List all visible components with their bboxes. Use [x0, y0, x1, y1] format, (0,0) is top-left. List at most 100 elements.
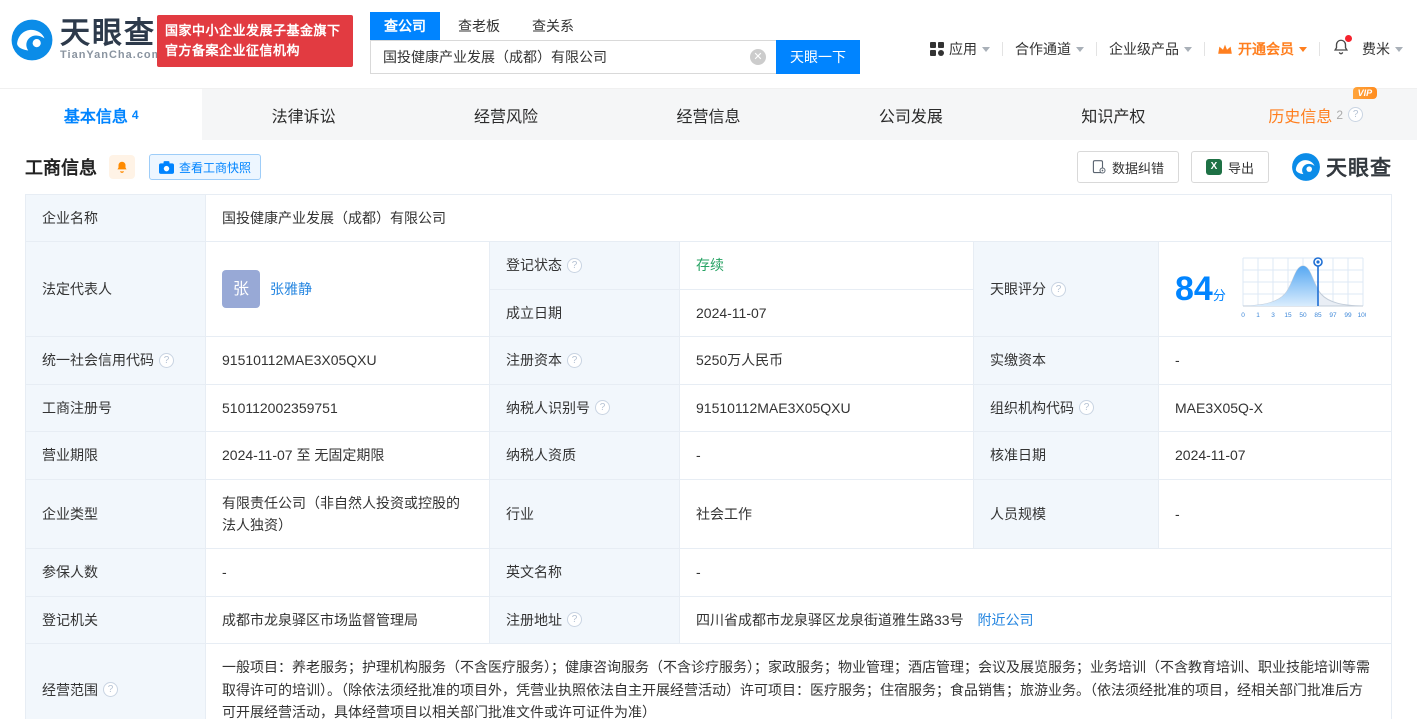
divider: [1002, 41, 1003, 56]
help-icon[interactable]: ?: [567, 353, 582, 369]
insured-count-value: -: [205, 548, 490, 597]
reg-address-value: 四川省成都市龙泉驿区龙泉街道雅生路33号: [696, 611, 964, 628]
help-icon[interactable]: ?: [103, 682, 118, 698]
reg-capital-value: 5250万人民币: [679, 336, 974, 385]
tab-business-info[interactable]: 经营信息: [607, 89, 809, 140]
table-row: 企业类型 有限责任公司（非自然人投资或控股的法人独资） 行业 社会工作 人员规模…: [25, 478, 1392, 550]
tab-label: 经营风险: [474, 108, 539, 126]
search-tab-company[interactable]: 查公司: [370, 12, 440, 40]
nearby-companies-link[interactable]: 附近公司: [977, 612, 1033, 628]
help-icon[interactable]: ?: [1079, 400, 1094, 416]
field-label: 天眼评分?: [973, 241, 1159, 338]
nav-enterprise-label: 企业级产品: [1109, 40, 1179, 57]
field-label: 统一社会信用代码?: [25, 336, 206, 385]
help-icon[interactable]: ?: [595, 400, 610, 416]
help-icon[interactable]: ?: [159, 353, 174, 369]
search-input[interactable]: [370, 40, 776, 74]
field-label: 企业名称: [25, 193, 206, 243]
nav-apps[interactable]: 应用: [930, 39, 990, 59]
score-axis-labels: 0 1 3 15 50 85 97 99 100: [1241, 312, 1366, 319]
nav-enterprise-products[interactable]: 企业级产品: [1109, 39, 1192, 59]
business-info-table: 企业名称 国投健康产业发展（成都）有限公司 法定代表人 张 张雅静 登记状态? …: [25, 193, 1392, 719]
legal-rep-avatar[interactable]: 张: [222, 270, 260, 309]
tab-company-development[interactable]: 公司发展: [810, 89, 1012, 140]
tab-intellectual-property[interactable]: 知识产权: [1012, 89, 1214, 140]
search-tab-boss[interactable]: 查老板: [444, 12, 514, 40]
field-label: 法定代表人: [25, 241, 206, 338]
score-value: 84: [1175, 269, 1213, 308]
approval-date-value: 2024-11-07: [1158, 431, 1392, 480]
chevron-down-icon: [1076, 47, 1084, 52]
nav-partner-channel[interactable]: 合作通道: [1015, 39, 1084, 59]
reg-status-value: 存续: [679, 241, 974, 290]
field-label: 企业类型: [25, 478, 206, 550]
help-icon[interactable]: ?: [567, 258, 582, 274]
tianyancha-logo-icon: [1292, 153, 1320, 181]
field-label: 注册资本?: [489, 336, 680, 385]
tab-operating-risk[interactable]: 经营风险: [405, 89, 607, 140]
nav-vip-label: 开通会员: [1238, 40, 1294, 57]
certification-badge: 国家中小企业发展子基金旗下 官方备案企业征信机构: [157, 15, 353, 67]
tab-label: 知识产权: [1081, 108, 1146, 126]
svg-text:99: 99: [1344, 312, 1352, 319]
english-name-value: -: [679, 548, 1392, 597]
tianyancha-logo[interactable]: 天眼查 TianYanCha.com: [10, 18, 162, 62]
org-code-value: MAE3X05Q-X: [1158, 383, 1392, 433]
svg-text:3: 3: [1271, 312, 1275, 319]
industry-value: 社会工作: [679, 478, 974, 550]
nav-vip-upgrade[interactable]: 开通会员: [1217, 39, 1307, 59]
help-icon[interactable]: ?: [1051, 281, 1066, 297]
export-label: 导出: [1227, 160, 1254, 176]
tab-basic-info[interactable]: 基本信息 4: [0, 89, 203, 140]
nav-user-menu[interactable]: 费米: [1362, 39, 1403, 59]
nav-apps-label: 应用: [949, 40, 977, 57]
svg-text:100: 100: [1357, 312, 1365, 319]
table-row: 营业期限 2024-11-07 至 无固定期限 纳税人资质 - 核准日期 202…: [25, 431, 1392, 480]
search-button[interactable]: 天眼一下: [776, 40, 860, 74]
section-header: 工商信息 查看工商快照 数据纠错 X 导出 天眼查: [25, 140, 1392, 194]
export-button[interactable]: X 导出: [1190, 151, 1269, 183]
legal-rep-link[interactable]: 张雅静: [270, 278, 312, 300]
divider: [1096, 41, 1097, 56]
field-label: 登记机关: [25, 595, 206, 645]
field-label: 纳税人识别号?: [489, 383, 680, 433]
tab-legal-proceedings[interactable]: 法律诉讼: [202, 89, 404, 140]
business-term-value: 2024-11-07 至 无固定期限: [205, 431, 490, 480]
table-row: 企业名称 国投健康产业发展（成都）有限公司: [25, 193, 1392, 243]
search-area: 查公司 查老板 查关系 ✕ 天眼一下: [370, 12, 860, 74]
field-label: 组织机构代码?: [973, 383, 1159, 433]
excel-icon: X: [1205, 159, 1222, 175]
main-content: 工商信息 查看工商快照 数据纠错 X 导出 天眼查 企业名称 国投健康产业发展（…: [0, 140, 1417, 719]
logo-brand-text: 天眼查: [60, 17, 156, 50]
svg-text:1: 1: [1256, 312, 1260, 319]
tab-label: 法律诉讼: [271, 108, 336, 126]
data-correction-button[interactable]: 数据纠错: [1076, 151, 1179, 183]
search-tab-relation[interactable]: 查关系: [518, 12, 588, 40]
brand-watermark: 天眼查: [1291, 152, 1392, 182]
field-label: 登记状态?: [489, 241, 680, 290]
establish-date-value: 2024-11-07: [679, 288, 974, 338]
tab-history-info[interactable]: 历史信息 VIP 2 ?: [1215, 86, 1417, 140]
business-snapshot-button[interactable]: 查看工商快照: [149, 154, 262, 180]
subscribe-bell-button[interactable]: [109, 155, 135, 179]
nav-username-label: 费米: [1362, 40, 1390, 57]
credit-code-value: 91510112MAE3X05QXU: [205, 336, 490, 385]
help-icon[interactable]: ?: [1348, 107, 1364, 122]
svg-text:85: 85: [1314, 312, 1322, 319]
field-label: 经营范围?: [25, 643, 206, 719]
tyc-score-cell: 84分 0 1 3 15 50 85 97 99 10: [1158, 241, 1392, 338]
svg-text:50: 50: [1299, 312, 1307, 319]
table-row: 经营范围? 一般项目：养老服务；护理机构服务（不含医疗服务）；健康咨询服务（不含…: [25, 643, 1392, 719]
score-curve-filled: [1242, 266, 1318, 307]
reg-address-cell: 四川省成都市龙泉驿区龙泉街道雅生路33号 附近公司: [679, 595, 1392, 645]
taxpayer-id-value: 91510112MAE3X05QXU: [679, 383, 974, 433]
help-icon[interactable]: ?: [567, 612, 582, 628]
notifications-bell[interactable]: [1332, 35, 1352, 59]
field-label: 纳税人资质: [489, 431, 680, 480]
crown-icon: [1218, 44, 1232, 54]
header-nav: 应用 合作通道 企业级产品 开通会员 费米: [930, 35, 1403, 59]
clear-search-icon[interactable]: ✕: [750, 49, 766, 65]
field-label: 行业: [489, 478, 680, 550]
search-tabs: 查公司 查老板 查关系: [370, 12, 860, 40]
vip-badge: VIP: [1352, 86, 1378, 99]
